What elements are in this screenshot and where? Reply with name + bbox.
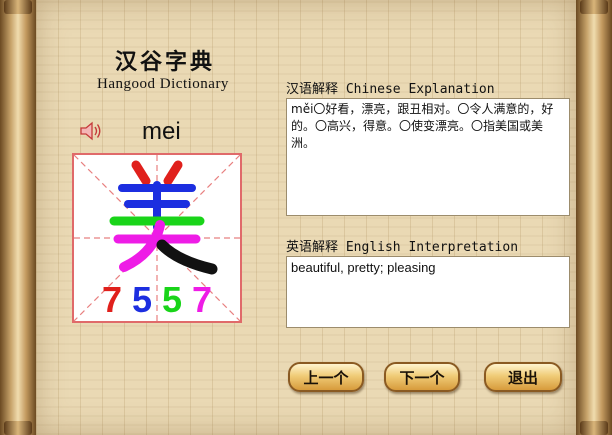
speaker-icon[interactable]: [79, 120, 103, 142]
stroke-digit: 5: [131, 279, 152, 320]
pinyin-text: mei: [142, 118, 181, 145]
stroke-digit: 7: [192, 279, 213, 320]
app-subtitle: Hangood Dictionary: [97, 76, 229, 92]
english-interpretation-label: 英语解释 English Interpretation: [286, 240, 519, 255]
chinese-explanation-textbox[interactable]: měi〇好看，漂亮，跟丑相对。〇令人满意的，好的。〇高兴，得意。〇使变漂亮。〇指…: [286, 98, 570, 216]
stroke-digit: 5: [162, 279, 183, 320]
scroll-rod-cap: [4, 0, 32, 14]
scroll-rod-cap: [580, 0, 608, 14]
scroll-rod-right: [576, 0, 612, 435]
next-button[interactable]: 下一个: [384, 362, 460, 392]
previous-button[interactable]: 上一个: [288, 362, 364, 392]
scroll-rod-cap: [580, 421, 608, 435]
stroke-digit: 7: [101, 279, 122, 320]
app-title: 汉谷字典: [114, 49, 215, 75]
scroll-rod-left: [0, 0, 36, 435]
english-interpretation-textbox[interactable]: beautiful, pretty; pleasing: [286, 256, 570, 328]
exit-button[interactable]: 退出: [484, 362, 562, 392]
character-strokes: [109, 160, 218, 275]
stroke-count-digits: 7 5 5 7: [74, 279, 240, 321]
character-display: 7 5 5 7: [72, 153, 242, 323]
scroll-rod-cap: [4, 421, 32, 435]
chinese-explanation-label: 汉语解释 Chinese Explanation: [286, 82, 495, 97]
